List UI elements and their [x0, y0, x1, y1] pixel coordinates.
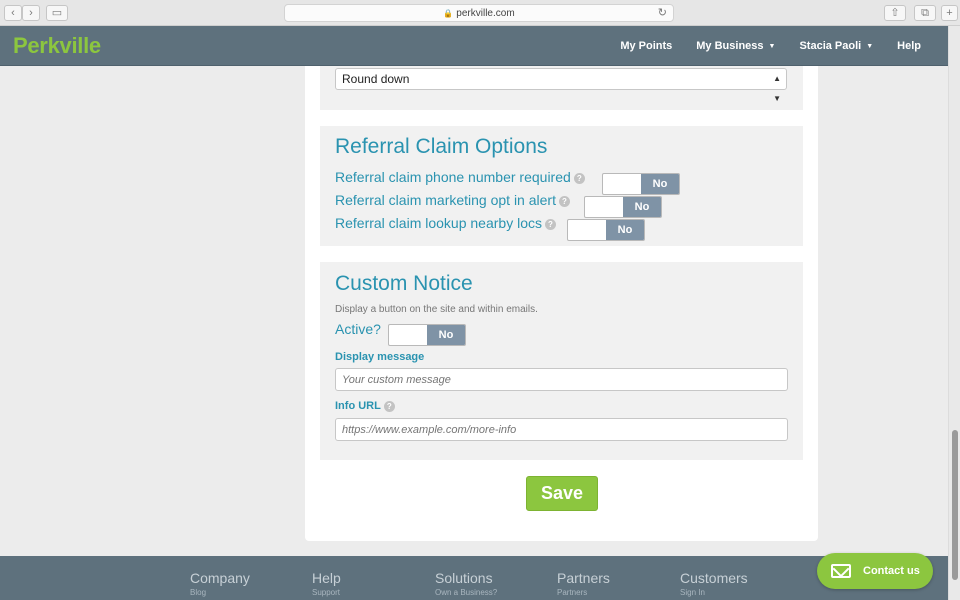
tabs-button[interactable]: ⧉: [914, 5, 936, 21]
footer-link[interactable]: Blog: [190, 588, 250, 597]
url-text: perkville.com: [456, 8, 515, 19]
share-icon: ⇧: [890, 7, 900, 19]
referral-marketing-label-text: Referral claim marketing opt in alert: [335, 192, 556, 208]
referral-lookup-label-text: Referral claim lookup nearby locs: [335, 215, 542, 231]
rounding-select[interactable]: Round down ▲ ▼: [335, 68, 787, 103]
custom-notice-description: Display a button on the site and within …: [335, 304, 538, 315]
help-icon[interactable]: ?: [544, 218, 556, 230]
main-content: Round down ▲ ▼ Referral Claim Options Ref…: [0, 66, 948, 556]
main-nav: My Points My Business ▼ Stacia Paoli ▼ Hel…: [596, 26, 921, 66]
page-scrollbar[interactable]: [948, 26, 960, 600]
footer-col-partners: Partners Partners: [557, 570, 610, 597]
nav-my-business-label: My Business: [696, 40, 764, 52]
contact-us-button[interactable]: Contact us: [817, 553, 933, 589]
footer-link[interactable]: Own a Business?: [435, 588, 497, 597]
sidebar-icon: ▭: [51, 7, 63, 19]
toggle-state: No: [641, 174, 679, 194]
custom-notice-panel: Custom Notice Display a button on the si…: [320, 262, 803, 460]
reload-icon[interactable]: ↻: [658, 5, 667, 22]
footer-col-help: Help Support: [312, 570, 341, 597]
rounding-select-value: Round down: [342, 72, 410, 86]
browser-toolbar: ‹ › ▭ 🔒 perkville.com ↻ ⇧ ⧉ +: [0, 0, 960, 26]
footer-heading: Help: [312, 570, 341, 586]
help-icon[interactable]: ?: [573, 172, 585, 184]
footer-heading: Partners: [557, 570, 610, 586]
forward-button[interactable]: ›: [22, 5, 40, 21]
back-button[interactable]: ‹: [4, 5, 22, 21]
tabs-icon: ⧉: [921, 7, 929, 19]
perkville-logo[interactable]: Perkville: [13, 33, 101, 59]
settings-card: Round down ▲ ▼ Referral Claim Options Ref…: [305, 66, 818, 541]
scrollbar-thumb[interactable]: [952, 430, 958, 580]
caret-down-icon: ▼: [866, 42, 874, 50]
nav-my-points[interactable]: My Points: [620, 40, 672, 52]
footer-col-company: Company Blog: [190, 570, 250, 597]
active-toggle[interactable]: No: [388, 324, 466, 346]
sidebar-toggle-button[interactable]: ▭: [46, 5, 68, 21]
referral-marketing-toggle[interactable]: No: [584, 196, 662, 218]
caret-down-icon: ▼: [768, 42, 776, 50]
lock-icon: 🔒: [443, 9, 454, 18]
help-icon[interactable]: ?: [383, 400, 395, 412]
rounding-panel: Round down ▲ ▼: [320, 66, 803, 110]
referral-phone-label-text: Referral claim phone number required: [335, 169, 571, 185]
new-tab-button[interactable]: +: [941, 5, 958, 21]
display-message-input[interactable]: [335, 368, 788, 391]
envelope-icon: [831, 564, 851, 578]
display-message-label: Display message: [335, 351, 425, 363]
referral-claim-title: Referral Claim Options: [335, 135, 548, 158]
plus-icon: +: [946, 7, 953, 19]
referral-claim-panel: Referral Claim Options Referral claim ph…: [320, 126, 803, 246]
site-footer: Company Blog Help Support Solutions Own …: [0, 556, 948, 600]
toggle-state: No: [623, 197, 661, 217]
nav-help-label: Help: [897, 40, 921, 52]
select-arrows-icon: ▲ ▼: [773, 74, 781, 103]
referral-marketing-label: Referral claim marketing opt in alert?: [335, 192, 570, 208]
footer-link[interactable]: Support: [312, 588, 341, 597]
address-bar[interactable]: 🔒 perkville.com ↻: [284, 4, 674, 22]
help-icon[interactable]: ?: [558, 195, 570, 207]
footer-heading: Customers: [680, 570, 748, 586]
footer-link[interactable]: Partners: [557, 588, 610, 597]
custom-notice-title: Custom Notice: [335, 272, 473, 295]
nav-my-business[interactable]: My Business ▼: [696, 40, 775, 52]
referral-phone-label: Referral claim phone number required?: [335, 169, 585, 185]
info-url-input[interactable]: [335, 418, 788, 441]
nav-my-points-label: My Points: [620, 40, 673, 52]
footer-heading: Solutions: [435, 570, 493, 586]
footer-heading: Company: [190, 570, 250, 586]
toggle-state: No: [606, 220, 644, 240]
nav-user-label: Stacia Paoli: [799, 40, 862, 52]
toggle-state: No: [427, 325, 465, 345]
nav-help[interactable]: Help: [897, 40, 921, 52]
footer-link[interactable]: Sign In: [680, 588, 748, 597]
footer-col-customers: Customers Sign In: [680, 570, 748, 597]
chevron-left-icon: ‹: [11, 7, 15, 19]
referral-lookup-toggle[interactable]: No: [567, 219, 645, 241]
contact-us-label: Contact us: [863, 565, 920, 577]
referral-phone-toggle[interactable]: No: [602, 173, 680, 195]
chevron-right-icon: ›: [29, 7, 33, 19]
referral-lookup-label: Referral claim lookup nearby locs?: [335, 215, 556, 231]
nav-user-menu[interactable]: Stacia Paoli ▼: [799, 40, 873, 52]
info-url-label: Info URL?: [335, 400, 395, 412]
info-url-label-text: Info URL: [335, 400, 381, 412]
share-button[interactable]: ⇧: [884, 5, 906, 21]
site-header: Perkville My Points My Business ▼ Stacia …: [0, 26, 948, 66]
save-button[interactable]: Save: [526, 476, 598, 511]
footer-col-solutions: Solutions Own a Business?: [435, 570, 497, 597]
active-label: Active?: [335, 321, 381, 337]
